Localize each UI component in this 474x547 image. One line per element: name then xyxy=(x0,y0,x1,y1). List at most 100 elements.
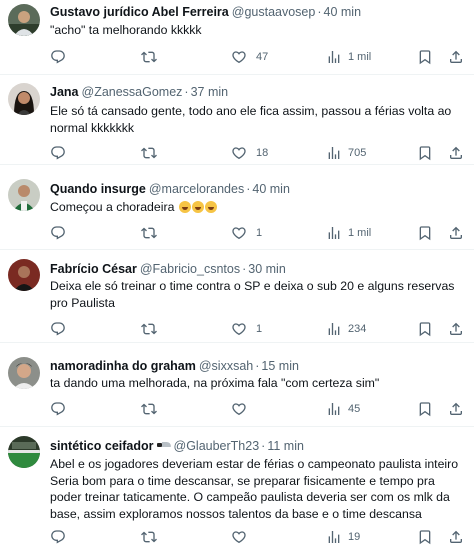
separator: · xyxy=(184,85,189,99)
timestamp[interactable]: 37 min xyxy=(191,85,229,99)
share-button[interactable] xyxy=(448,400,464,418)
avatar[interactable] xyxy=(8,179,40,211)
reply-button[interactable] xyxy=(50,400,75,418)
like-icon xyxy=(231,49,247,65)
timestamp[interactable]: 11 min xyxy=(267,439,304,453)
reply-button[interactable] xyxy=(50,320,75,338)
share-button[interactable] xyxy=(448,144,464,162)
rofl-emoji xyxy=(178,201,191,213)
avatar[interactable] xyxy=(8,4,40,36)
views-button[interactable]: 1 mil xyxy=(326,224,371,242)
bookmark-button[interactable] xyxy=(417,144,433,162)
views-button[interactable]: 234 xyxy=(326,320,366,338)
views-icon xyxy=(326,401,342,417)
timestamp[interactable]: 15 min xyxy=(261,359,299,373)
share-icon xyxy=(448,49,464,65)
retweet-icon xyxy=(141,145,157,161)
timestamp[interactable]: 40 min xyxy=(324,5,362,19)
retweet-button[interactable] xyxy=(141,320,166,338)
user-handle[interactable]: @GlauberTh23 xyxy=(174,439,260,453)
display-name[interactable]: Gustavo jurídico Abel Ferreira xyxy=(50,5,229,19)
bookmark-icon xyxy=(417,529,433,545)
share-button[interactable] xyxy=(448,224,464,242)
bookmark-button[interactable] xyxy=(417,48,433,66)
tweet-text: Abel e os jogadores deveriam estar de fé… xyxy=(50,456,466,522)
like-count: 47 xyxy=(256,51,269,63)
avatar[interactable] xyxy=(8,83,40,115)
avatar[interactable] xyxy=(8,357,40,389)
view-count: 1 mil xyxy=(348,227,372,239)
display-name[interactable]: Fabrício César xyxy=(50,262,137,276)
views-button[interactable]: 45 xyxy=(326,400,360,418)
like-button[interactable]: 18 xyxy=(231,144,268,162)
user-handle[interactable]: @marcelorandes xyxy=(149,182,244,196)
share-icon xyxy=(448,145,464,161)
share-icon xyxy=(448,529,464,545)
views-icon xyxy=(326,321,342,337)
retweet-icon xyxy=(141,321,157,337)
text-line: poder treinar taticamente. O campeão pau… xyxy=(50,490,450,504)
tweet[interactable]: namoradinha do graham @sixxsah · 15 min ta … xyxy=(0,343,474,427)
text-line: Deixa ele só treinar o time contra o SP … xyxy=(50,279,455,293)
display-name[interactable]: Quando insurge xyxy=(50,182,146,196)
tweet[interactable]: Jana @ZanessaGomez · 37 min Ele só tá cansa… xyxy=(0,75,474,165)
user-handle[interactable]: @gustaavosep xyxy=(232,5,316,19)
timestamp[interactable]: 30 min xyxy=(248,262,286,276)
retweet-icon xyxy=(141,401,157,417)
share-icon xyxy=(448,401,464,417)
user-handle[interactable]: @Fabricio_csntos xyxy=(140,262,240,276)
text-line: Seria bom para o time descansar, se prep… xyxy=(50,473,435,488)
user-handle[interactable]: @sixxsah xyxy=(199,359,253,373)
tweet-text: "acho" ta melhorando kkkkk xyxy=(50,23,202,37)
retweet-button[interactable] xyxy=(141,48,166,66)
like-button[interactable]: 47 xyxy=(231,48,268,66)
timestamp[interactable]: 40 min xyxy=(252,182,290,196)
text-line: normal kkkkkkk xyxy=(50,120,135,135)
reply-button[interactable] xyxy=(50,144,75,162)
tweet-text: ta dando uma melhorada, na próxima fala … xyxy=(50,376,380,390)
reply-button[interactable] xyxy=(50,224,75,242)
bookmark-button[interactable] xyxy=(417,224,433,242)
retweet-button[interactable] xyxy=(141,528,166,546)
action-bar: 47 1 mil xyxy=(0,48,474,66)
share-button[interactable] xyxy=(448,48,464,66)
bookmark-button[interactable] xyxy=(417,320,433,338)
views-button[interactable]: 705 xyxy=(326,144,366,162)
avatar[interactable] xyxy=(8,436,40,468)
tweet[interactable]: Quando insurge @marcelorandes · 40 min Come… xyxy=(0,165,474,250)
tweet-text: Deixa ele só treinar o time contra o SP … xyxy=(50,278,466,311)
view-count: 19 xyxy=(348,531,361,543)
user-handle[interactable]: @ZanessaGomez xyxy=(82,85,183,99)
display-name[interactable]: namoradinha do graham xyxy=(50,359,196,373)
display-name[interactable]: sintético ceifador xyxy=(50,439,154,453)
action-bar: 1 1 mil xyxy=(0,224,474,242)
reply-button[interactable] xyxy=(50,528,75,546)
reply-icon xyxy=(50,401,66,417)
tweet-text: Começou a choradeira xyxy=(50,199,466,216)
reply-icon xyxy=(50,225,66,241)
tweet[interactable]: sintético ceifador @GlauberTh23 · 11 min Ab… xyxy=(0,427,474,547)
like-button[interactable] xyxy=(231,528,256,546)
views-icon xyxy=(326,145,342,161)
view-count: 45 xyxy=(348,403,361,415)
bookmark-button[interactable] xyxy=(417,528,433,546)
views-button[interactable]: 19 xyxy=(326,528,360,546)
tweet[interactable]: Gustavo jurídico Abel Ferreira @gustaavos… xyxy=(0,0,474,75)
share-button[interactable] xyxy=(448,528,464,546)
tweet[interactable]: Fabrício César @Fabricio_csntos · 30 min De… xyxy=(0,250,474,343)
avatar[interactable] xyxy=(8,259,40,291)
views-button[interactable]: 1 mil xyxy=(326,48,371,66)
like-button[interactable] xyxy=(231,400,256,418)
view-count: 1 mil xyxy=(348,51,372,63)
retweet-button[interactable] xyxy=(141,144,166,162)
reply-icon xyxy=(50,529,66,545)
rofl-emoji xyxy=(204,201,217,213)
display-name[interactable]: Jana xyxy=(50,85,79,99)
reply-button[interactable] xyxy=(50,48,75,66)
share-button[interactable] xyxy=(448,320,464,338)
retweet-button[interactable] xyxy=(141,400,166,418)
bookmark-button[interactable] xyxy=(417,400,433,418)
like-button[interactable]: 1 xyxy=(231,224,262,242)
like-button[interactable]: 1 xyxy=(231,320,262,338)
retweet-button[interactable] xyxy=(141,224,166,242)
